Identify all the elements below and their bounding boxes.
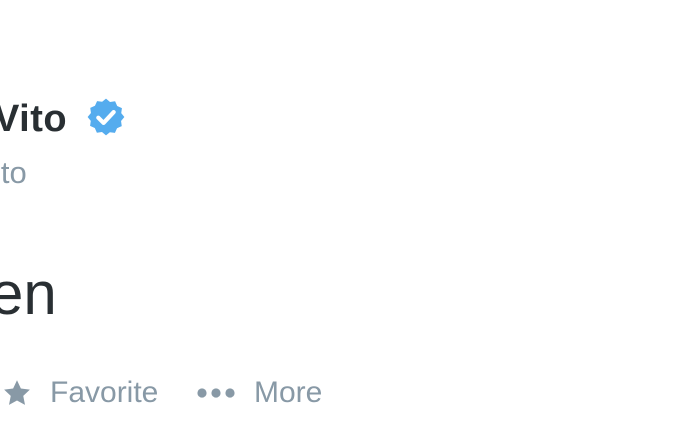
tweet-card: Vito ito en Favorite More (0, 0, 700, 438)
star-icon (4, 380, 30, 405)
more-label: More (254, 376, 323, 409)
favorite-label: Favorite (50, 376, 159, 409)
favorite-button[interactable]: Favorite (2, 370, 158, 416)
tweet-text: en (0, 260, 57, 327)
more-button[interactable]: More (196, 370, 322, 416)
verified-badge-icon (87, 98, 125, 136)
ellipsis-icon (197, 388, 235, 398)
tweet-actions: Favorite More (0, 370, 700, 416)
display-name[interactable]: Vito (0, 96, 67, 142)
screen-name[interactable]: ito (0, 154, 27, 192)
